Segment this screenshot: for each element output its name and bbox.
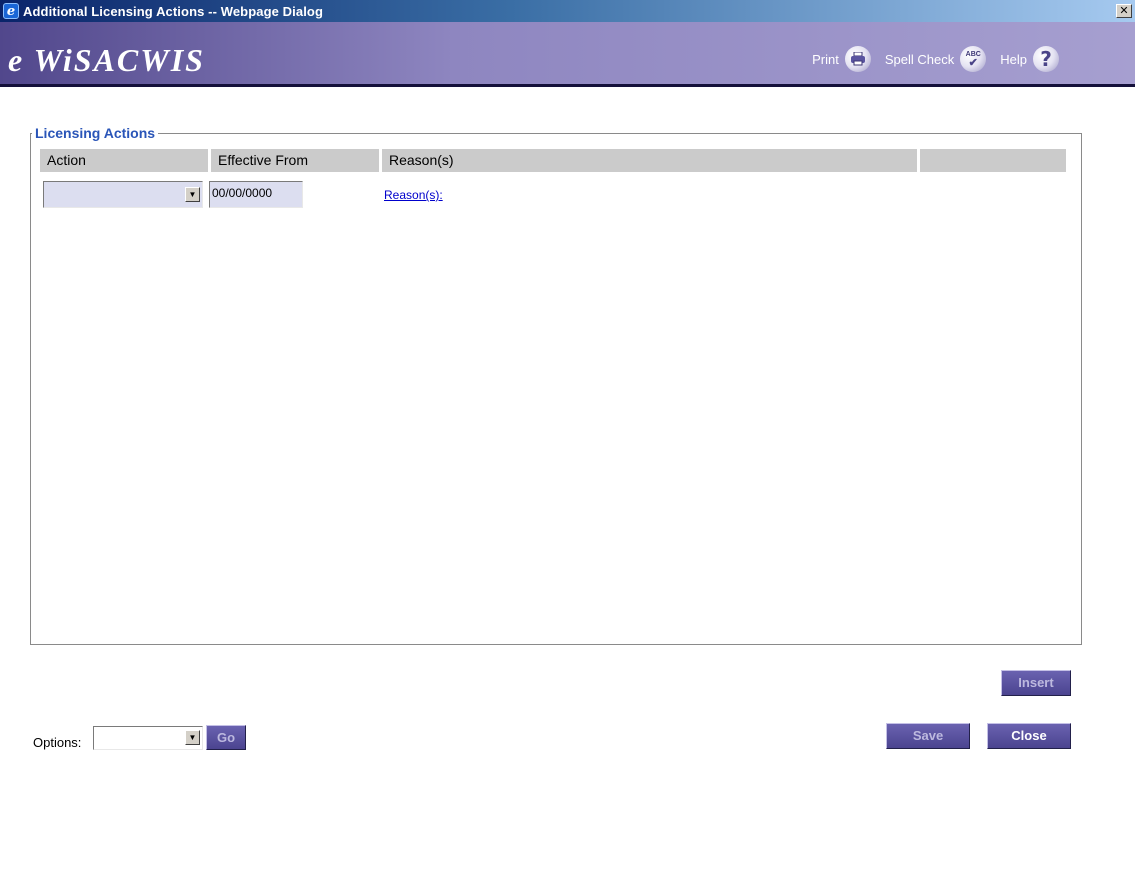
print-label[interactable]: Print <box>812 52 839 67</box>
insert-button[interactable]: Insert <box>1001 670 1071 696</box>
licensing-actions-group: Licensing Actions Action Effective From … <box>30 125 1082 645</box>
effective-from-input[interactable]: 00/00/0000 <box>209 181 303 208</box>
spell-check-icon[interactable]: ABC ✔ <box>960 46 987 72</box>
close-button[interactable]: Close <box>987 723 1071 749</box>
close-icon[interactable]: ✕ <box>1116 4 1132 18</box>
banner-toolbar: Print Spell Check ABC ✔ Help ? <box>812 46 1059 72</box>
grid-header: Action Effective From Reason(s) <box>40 149 1066 172</box>
table-row: ▼ 00/00/0000 Reason(s): <box>43 181 443 211</box>
reasons-link[interactable]: Reason(s): <box>384 188 443 202</box>
options-label: Options: <box>33 735 82 750</box>
column-header-reasons: Reason(s) <box>382 149 917 172</box>
go-button-label: Go <box>216 730 236 745</box>
options-select[interactable]: ▼ <box>93 726 203 750</box>
app-banner: e WiSACWIS Print Spell Check ABC ✔ Help … <box>0 22 1135 87</box>
internet-explorer-icon: e <box>3 3 19 19</box>
column-header-action: Action <box>40 149 208 172</box>
window-title: Additional Licensing Actions -- Webpage … <box>23 3 324 19</box>
chevron-down-icon[interactable]: ▼ <box>185 730 200 745</box>
app-logo: e WiSACWIS <box>8 42 205 78</box>
spell-check-label[interactable]: Spell Check <box>885 52 954 67</box>
help-label[interactable]: Help <box>1000 52 1027 67</box>
chevron-down-icon[interactable]: ▼ <box>185 187 200 202</box>
window-title-bar: e Additional Licensing Actions -- Webpag… <box>0 0 1135 22</box>
save-button[interactable]: Save <box>886 723 970 749</box>
checkmark-icon: ✔ <box>968 57 978 69</box>
help-icon[interactable]: ? <box>1033 46 1059 72</box>
column-header-effective-from: Effective From <box>211 149 379 172</box>
action-select[interactable]: ▼ <box>43 181 203 208</box>
go-button[interactable]: Go <box>206 725 246 750</box>
close-button-label: Close <box>1011 728 1047 743</box>
printer-icon[interactable] <box>844 46 871 72</box>
column-header-blank <box>920 149 1066 172</box>
licensing-actions-legend: Licensing Actions <box>32 125 159 141</box>
save-button-label: Save <box>912 728 944 743</box>
insert-button-label: Insert <box>1018 675 1054 690</box>
